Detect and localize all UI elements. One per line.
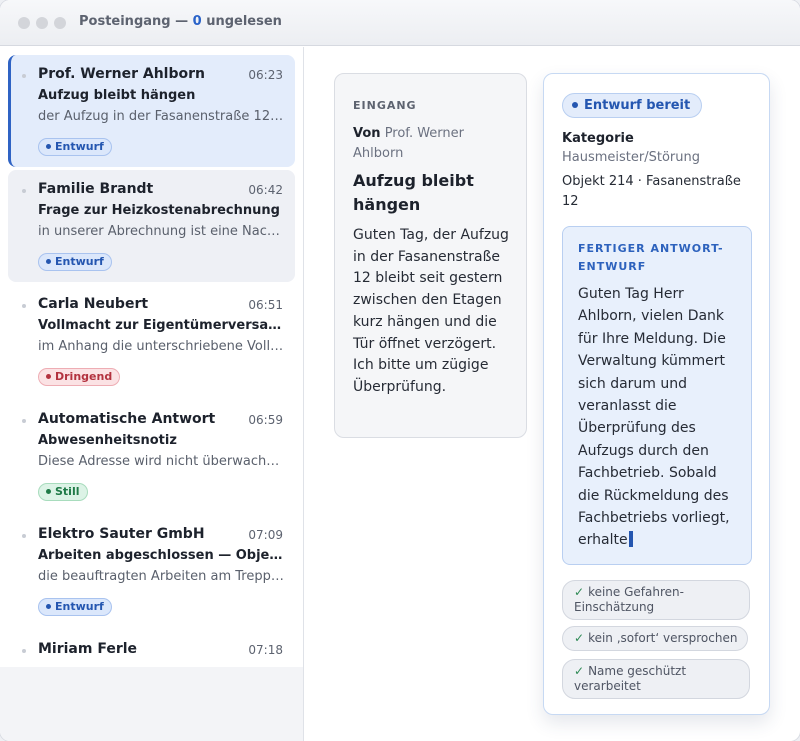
unread-dot-icon — [22, 74, 26, 78]
title-suffix: ungelesen — [206, 14, 282, 29]
item-time: 06:59 — [248, 413, 283, 427]
draft-text[interactable]: Guten Tag Herr Ahlborn, vielen Dank für … — [578, 283, 740, 552]
status-badge: Entwurf — [38, 598, 112, 616]
item-subject: Frage zur Heizkostenabrechnung — [38, 203, 280, 218]
item-sender: Miriam Ferle — [38, 641, 138, 657]
list-item-brandt[interactable]: Familie Brandt 06:42 Frage zur Heizkoste… — [8, 170, 295, 282]
maximize-window-button[interactable] — [54, 17, 66, 29]
list-item-ahlborn[interactable]: Prof. Werner Ahlborn 06:23 Aufzug bleibt… — [8, 55, 295, 167]
title-prefix: Posteingang — — [79, 14, 189, 29]
close-window-button[interactable] — [18, 17, 30, 29]
incoming-from: Von Prof. Werner Ahlborn — [353, 126, 464, 161]
object-address: Objekt 214 · Fasanenstraße 12 — [562, 174, 741, 209]
check-chip-no-promise: ✓ kein ‚sofort‘ versprochen — [562, 626, 749, 651]
item-preview: Diese Adresse wird nicht überwacht und — [38, 454, 284, 469]
item-preview: die beauftragten Arbeiten am Treppenhaus — [38, 569, 284, 584]
unread-dot-icon — [22, 304, 26, 308]
category-label: Kategorie — [562, 131, 634, 146]
status-badge: Dringend — [38, 368, 121, 386]
item-subject: Vollmacht zur Eigentümerversammlung — [38, 318, 284, 333]
check-chip-no-hazard: ✓ keine Gefahren-Einschätzung — [562, 580, 750, 620]
list-footer — [0, 667, 304, 741]
incoming-section-label: EINGANG — [353, 99, 417, 112]
item-sender: Elektro Sauter GmbH — [38, 526, 205, 542]
item-sender: Familie Brandt — [38, 181, 154, 197]
incoming-subject: Aufzug bleibt hängen — [353, 171, 474, 214]
text-cursor — [628, 531, 633, 548]
item-preview: im Anhang die unterschriebene Vollmacht — [38, 339, 284, 354]
minimize-window-button[interactable] — [36, 17, 48, 29]
list-item-auto-reply[interactable]: Automatische Antwort 06:59 Abwesenheitsn… — [8, 400, 295, 512]
status-badge: Entwurf — [38, 138, 112, 156]
mail-window: Posteingang — 0 ungelesen Prof. Werner A… — [0, 0, 800, 741]
unread-dot-icon — [22, 649, 26, 653]
item-time: 06:51 — [248, 298, 283, 312]
check-icon: ✓ — [574, 664, 585, 678]
incoming-body: Guten Tag, der Aufzug in der Fasanenstra… — [353, 227, 509, 395]
item-preview: der Aufzug in der Fasanenstraße 12 bleib… — [38, 109, 284, 124]
unread-dot-icon — [22, 419, 26, 423]
draft-box[interactable]: FERTIGER ANTWORT-ENTWURF Guten Tag Herr … — [562, 226, 752, 565]
inbox-list: Prof. Werner Ahlborn 06:23 Aufzug bleibt… — [0, 47, 304, 667]
item-subject: Abwesenheitsnotiz — [38, 433, 177, 448]
unread-dot-icon — [22, 534, 26, 538]
check-icon: ✓ — [574, 631, 585, 645]
item-sender: Automatische Antwort — [38, 411, 216, 427]
unread-count: 0 — [192, 14, 202, 29]
reply-draft-card: Entwurf bereit Kategorie Hausmeister/Stö… — [543, 73, 770, 715]
check-icon: ✓ — [574, 585, 585, 599]
item-subject: Aufzug bleibt hängen — [38, 88, 196, 103]
item-subject: Arbeiten abgeschlossen — Objekt 214 — [38, 548, 284, 563]
category-value: Hausmeister/Störung — [562, 150, 700, 165]
item-time: 07:18 — [248, 643, 283, 657]
item-time: 07:09 — [248, 528, 283, 542]
item-sender: Prof. Werner Ahlborn — [38, 66, 205, 82]
draft-status-badge: Entwurf bereit — [562, 93, 703, 118]
list-item-sauter[interactable]: Elektro Sauter GmbH 07:09 Arbeiten abges… — [8, 515, 295, 627]
status-badge: Still — [38, 483, 88, 501]
list-item-neubert[interactable]: Carla Neubert 06:51 Vollmacht zur Eigent… — [8, 285, 295, 397]
draft-label: FERTIGER ANTWORT-ENTWURF — [578, 242, 724, 273]
status-badge: Entwurf — [38, 253, 112, 271]
item-time: 06:23 — [248, 68, 283, 82]
list-item-ferle[interactable]: Miriam Ferle 07:18 — [8, 630, 295, 667]
item-sender: Carla Neubert — [38, 296, 149, 312]
window-title: Posteingang — 0 ungelesen — [79, 14, 282, 29]
incoming-message-card: EINGANG Von Prof. Werner Ahlborn Aufzug … — [334, 73, 527, 438]
unread-dot-icon — [22, 189, 26, 193]
item-time: 06:42 — [248, 183, 283, 197]
item-preview: in unserer Abrechnung ist eine Nachzahlu… — [38, 224, 284, 239]
title-bar: Posteingang — 0 ungelesen — [0, 0, 800, 46]
check-chip-name-protected: ✓ Name geschützt verarbeitet — [562, 659, 750, 699]
